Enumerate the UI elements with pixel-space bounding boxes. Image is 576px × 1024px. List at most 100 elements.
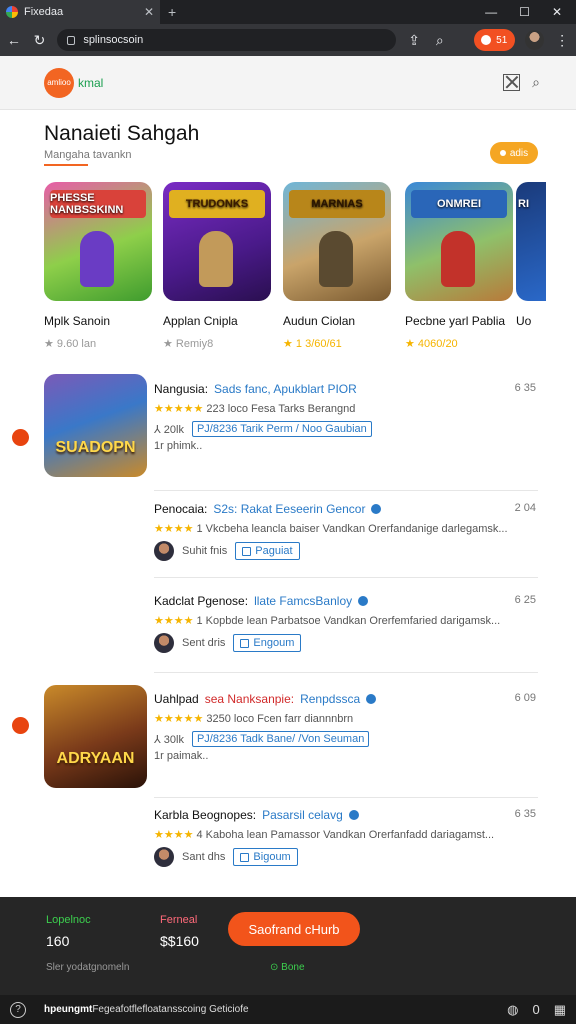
item-rating-line: ★★★★★ 3250 loco Fcen farr diannnbrn (154, 712, 538, 725)
item-link[interactable]: PJ/8236 Tadk Bane/ /Von Seuman (191, 731, 370, 747)
featured-thumbnail: PHESSE NANBSSKINN (44, 182, 152, 301)
list-item[interactable]: Nangusia: Sads fanc, Apukblart PIOR 6 35… (154, 382, 538, 452)
featured-rating: ★ 1 3/60/61 (283, 338, 342, 350)
status-text: hpeungmtFegeafotflefloatansscoing Getici… (44, 1004, 489, 1015)
status-actions: ◍ 0 ▦ (507, 1002, 566, 1018)
item-rating-line: ★★★★ 1 Vkcbeha leancla baiser Vandkan Or… (154, 522, 538, 535)
summary-value-2: $$160 (160, 933, 199, 949)
item-action-label: Paguiat (255, 545, 293, 557)
divider (154, 577, 538, 578)
item-rating-line: ★★★★★ 223 loco Fesa Tarks Berangnd (154, 402, 538, 415)
browser-titlebar: Fixedaa ✕ + — ☐ ✕ (0, 0, 576, 24)
close-window-icon[interactable]: ✕ (552, 5, 562, 19)
featured-rating: ★ Remiy8 (163, 338, 214, 350)
page-title: Nanaieti Sahgah (44, 122, 200, 145)
item-more[interactable]: 1r phimk.. (154, 440, 538, 452)
item-name: Nangusia: (154, 382, 209, 396)
list-item[interactable]: Penocaia: S2s: Rakat Eeseerin Gencor 2 0… (154, 502, 538, 561)
profile-avatar[interactable] (524, 30, 545, 50)
rating-text: 3250 loco Fcen farr diannnbrn (203, 713, 354, 725)
featured-name: Uo (516, 314, 532, 328)
primary-cta-button[interactable]: Saofrand cHurb (228, 912, 360, 946)
featured-card-partial[interactable]: RI Uo (516, 182, 546, 328)
status-text-rest: Fegeafotflefloatansscoing Geticiofe (92, 1004, 249, 1015)
new-tab-icon[interactable]: + (168, 4, 176, 20)
featured-card[interactable]: PHESSE NANBSSKINN Mplk Sanoin ★ 9.60 lan (44, 182, 154, 350)
featured-card[interactable]: TRUDONKS Applan Cnipla ★ Remiy8 (163, 182, 273, 350)
close-box-icon[interactable] (503, 74, 521, 91)
featured-name: Audun Ciolan (283, 314, 356, 328)
filter-pill-button[interactable]: adis (490, 142, 538, 164)
extension-icon (481, 35, 492, 45)
close-tab-icon[interactable]: ✕ (144, 5, 154, 19)
chat-icon[interactable]: ◍ (507, 1002, 518, 1018)
extension-button[interactable]: 51 (473, 29, 515, 51)
reload-icon[interactable]: ↻ (32, 32, 48, 49)
pill-dot-icon (499, 150, 506, 156)
character-figure (319, 231, 353, 287)
item-action-button[interactable]: Paguiat (235, 542, 300, 560)
item-tag-red[interactable]: sea Nanksanpie: (205, 692, 294, 706)
item-more[interactable]: 1r paimak.. (154, 750, 538, 762)
item-rating-line: ★★★★ 1 Kopbde lean Parbatsoe Vandkan Ore… (154, 614, 538, 627)
list-thumbnail[interactable]: SUADOPN (44, 374, 147, 477)
install-icon[interactable]: ⇪ (406, 32, 422, 49)
user-avatar[interactable] (154, 847, 174, 867)
url-text: splinsocsoin (83, 34, 144, 46)
item-action-label: Bigoum (253, 851, 291, 863)
featured-card[interactable]: ONMREI Pecbne yarl Pablia ★ 4060/20 (405, 182, 515, 350)
item-tag[interactable]: Renpdssca (300, 692, 360, 706)
list-item[interactable]: Uahlpad sea Nanksanpie: Renpdssca 6 09 ★… (154, 692, 538, 762)
featured-rating: ★ 4060/20 (405, 338, 458, 350)
divider (154, 490, 538, 491)
item-name: Uahlpad (154, 692, 199, 706)
verified-icon (358, 596, 369, 606)
user-avatar[interactable] (154, 541, 174, 561)
summary-status: ⊙ Bone (270, 962, 305, 973)
address-bar[interactable]: splinsocsoin (57, 29, 397, 51)
summary-label-1: Lopelnoc (46, 914, 91, 926)
item-downloads: ⅄ 30lk (154, 733, 184, 746)
search-icon[interactable]: ⌕ (432, 32, 448, 49)
featured-name: Applan Cnipla (163, 314, 238, 328)
character-figure (199, 231, 233, 287)
list-thumbnail[interactable]: ADRYAAN (44, 685, 147, 788)
item-tag[interactable]: Pasarsil celavg (262, 808, 343, 822)
user-avatar[interactable] (154, 633, 174, 653)
brand-name[interactable]: kmal (78, 76, 103, 90)
list-item[interactable]: Karbla Beognopes: Pasarsil celavg 6 35 ★… (154, 808, 538, 867)
verified-icon (371, 504, 382, 514)
item-tag[interactable]: S2s: Rakat Eeseerin Gencor (213, 502, 365, 516)
verified-icon (366, 694, 377, 704)
rating-stars: ★★★★★ (154, 403, 204, 415)
menu-dots-icon[interactable]: ⋮ (554, 32, 570, 49)
minimize-icon[interactable]: — (485, 5, 497, 19)
summary-note: Sler yodatgnomeln (46, 962, 130, 973)
rating-stars: ★★★★ (154, 615, 194, 627)
help-icon[interactable]: ? (10, 1001, 26, 1018)
site-logo[interactable]: amlioo (44, 67, 74, 98)
status-text-bold: hpeungmt (44, 1004, 93, 1015)
item-tag[interactable]: Sads fanc, Apukblart PIOR (214, 382, 357, 396)
list-thumbnail-label: SUADOPN (55, 439, 136, 456)
back-icon[interactable]: ← (6, 32, 22, 48)
item-link[interactable]: PJ/8236 Tarik Perm / Noo Gaubian (191, 421, 372, 437)
item-action-button[interactable]: Bigoum (233, 848, 298, 866)
list-item[interactable]: Kadclat Pgenose: llate FamcsBanloy 6 25 … (154, 594, 538, 653)
maximize-icon[interactable]: ☐ (519, 5, 530, 19)
divider (154, 797, 538, 798)
item-rating-line: ★★★★ 4 Kaboha lean Pamassor Vandkan Orer… (154, 828, 538, 841)
featured-card[interactable]: MARNIAS Audun Ciolan ★ 1 3/60/61 (283, 182, 393, 350)
item-tag[interactable]: llate FamcsBanloy (254, 594, 352, 608)
rating-stars: ★★★★ (154, 829, 194, 841)
lock-icon (67, 35, 76, 45)
grid-icon[interactable]: ▦ (554, 1002, 566, 1018)
browser-tab[interactable]: Fixedaa ✕ (0, 0, 160, 24)
featured-logo: ONMREI (411, 190, 507, 218)
status-count: 0 (532, 1002, 540, 1017)
item-action-button[interactable]: Engoum (233, 634, 302, 652)
browser-toolbar: ← ↻ splinsocsoin ⇪ ⌕ 51 ⋮ (0, 24, 576, 56)
site-search-icon[interactable]: ⌕ (532, 74, 540, 91)
item-meta: 6 35 (514, 808, 536, 820)
tab-title: Fixedaa (24, 6, 64, 18)
